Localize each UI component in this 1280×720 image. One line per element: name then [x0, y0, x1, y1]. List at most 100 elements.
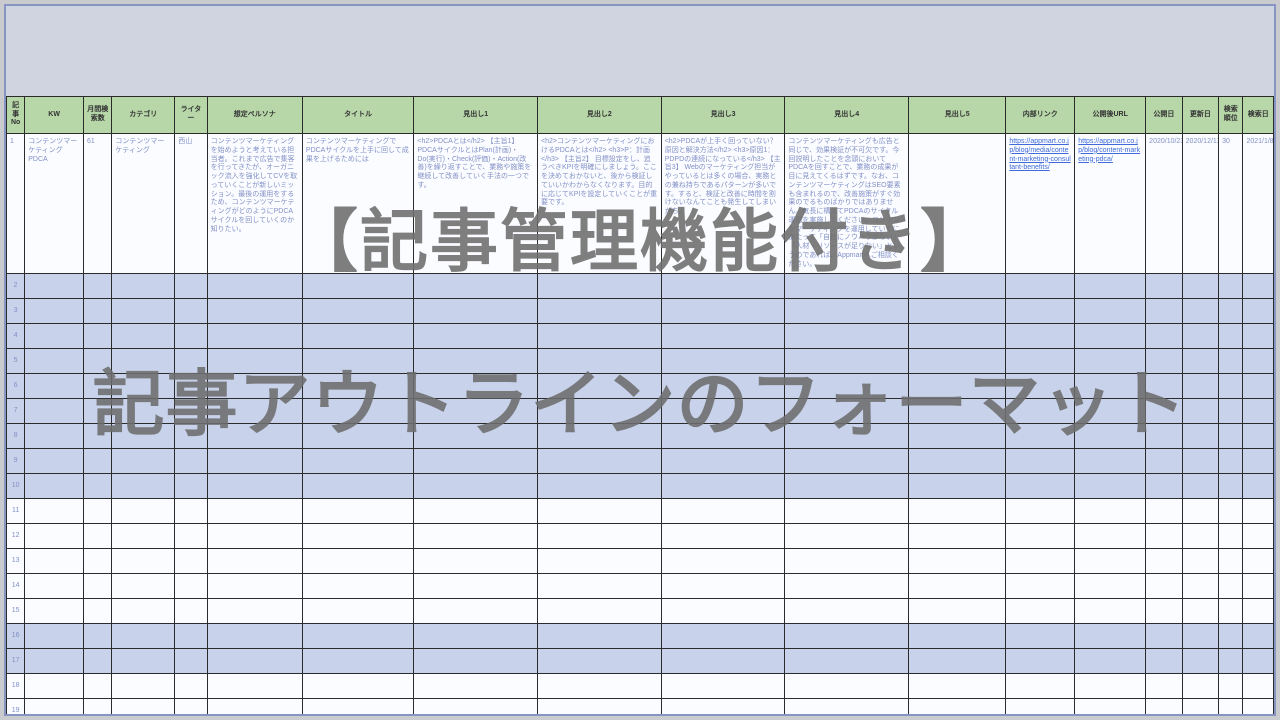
cell — [661, 649, 785, 674]
col-header: 公開後URL — [1075, 97, 1146, 134]
outline-table: 記事NoKW月間検索数カテゴリライター想定ペルソナタイトル見出し1見出し2見出し… — [6, 96, 1274, 714]
cell — [1243, 499, 1274, 524]
cell — [1075, 499, 1146, 524]
cell: コンテンツマーケティング PDCA — [25, 134, 84, 274]
cell — [1243, 399, 1274, 424]
cell — [414, 549, 538, 574]
cell — [414, 674, 538, 699]
cell — [1219, 399, 1243, 424]
cell — [1006, 649, 1075, 674]
table-row: 17 — [7, 649, 1274, 674]
cell — [1006, 699, 1075, 714]
cell — [1243, 449, 1274, 474]
table-row: 3 — [7, 299, 1274, 324]
cell — [1075, 599, 1146, 624]
cell — [207, 524, 302, 549]
cell: 18 — [7, 674, 25, 699]
cell — [1146, 574, 1182, 599]
cell — [112, 499, 175, 524]
cell — [785, 524, 909, 549]
table-area: 記事NoKW月間検索数カテゴリライター想定ペルソナタイトル見出し1見出し2見出し… — [6, 96, 1274, 714]
cell — [302, 549, 413, 574]
cell — [909, 374, 1006, 399]
cell — [175, 474, 207, 499]
cell — [25, 574, 84, 599]
cell: <h2>PDCAとは</h2> 【主旨1】 PDCAサイクルとはPlan(計画)… — [414, 134, 538, 274]
cell — [909, 499, 1006, 524]
col-header: カテゴリ — [112, 97, 175, 134]
cell — [302, 399, 413, 424]
cell — [414, 374, 538, 399]
cell: 5 — [7, 349, 25, 374]
col-header: 見出し2 — [538, 97, 662, 134]
cell — [1075, 574, 1146, 599]
internal-link[interactable]: https://appmart.co.jp/blog/media/content… — [1009, 138, 1070, 171]
table-row: 11 — [7, 499, 1274, 524]
cell — [1006, 674, 1075, 699]
public-url-link[interactable]: https://appmart.co.jp/blog/content-marke… — [1078, 138, 1140, 163]
cell — [1146, 524, 1182, 549]
cell — [785, 574, 909, 599]
cell — [1182, 324, 1218, 349]
cell — [175, 449, 207, 474]
cell: https://appmart.co.jp/blog/media/content… — [1006, 134, 1075, 274]
cell — [1075, 399, 1146, 424]
cell — [1075, 274, 1146, 299]
title-band — [6, 6, 1274, 96]
cell — [414, 349, 538, 374]
cell — [84, 499, 112, 524]
table-row: 7 — [7, 399, 1274, 424]
cell — [1146, 549, 1182, 574]
cell — [1243, 524, 1274, 549]
cell — [112, 274, 175, 299]
cell — [1243, 599, 1274, 624]
cell — [175, 649, 207, 674]
cell — [25, 324, 84, 349]
cell — [1243, 324, 1274, 349]
cell — [112, 474, 175, 499]
cell — [207, 299, 302, 324]
cell — [1006, 524, 1075, 549]
cell — [1075, 324, 1146, 349]
cell — [175, 699, 207, 714]
cell — [1219, 474, 1243, 499]
cell — [175, 549, 207, 574]
cell — [1182, 524, 1218, 549]
cell — [1182, 449, 1218, 474]
cell — [661, 424, 785, 449]
cell — [785, 299, 909, 324]
cell: コンテンツマーケティング — [112, 134, 175, 274]
cell — [909, 674, 1006, 699]
cell — [25, 399, 84, 424]
cell — [302, 499, 413, 524]
cell — [1182, 499, 1218, 524]
cell — [1182, 549, 1218, 574]
cell: 西山 — [175, 134, 207, 274]
table-row: 16 — [7, 624, 1274, 649]
cell — [785, 324, 909, 349]
cell — [538, 424, 662, 449]
cell — [1006, 424, 1075, 449]
cell — [175, 324, 207, 349]
col-header: 内部リンク — [1006, 97, 1075, 134]
cell — [25, 549, 84, 574]
cell — [112, 574, 175, 599]
table-row: 5 — [7, 349, 1274, 374]
cell: 19 — [7, 699, 25, 714]
cell — [84, 274, 112, 299]
cell — [785, 399, 909, 424]
cell — [207, 549, 302, 574]
cell — [661, 624, 785, 649]
cell — [25, 674, 84, 699]
cell: 2 — [7, 274, 25, 299]
cell — [207, 399, 302, 424]
cell — [175, 299, 207, 324]
col-header: タイトル — [302, 97, 413, 134]
cell — [538, 449, 662, 474]
cell — [414, 499, 538, 524]
cell — [207, 674, 302, 699]
cell — [302, 649, 413, 674]
cell — [1006, 574, 1075, 599]
cell — [538, 274, 662, 299]
cell — [175, 424, 207, 449]
